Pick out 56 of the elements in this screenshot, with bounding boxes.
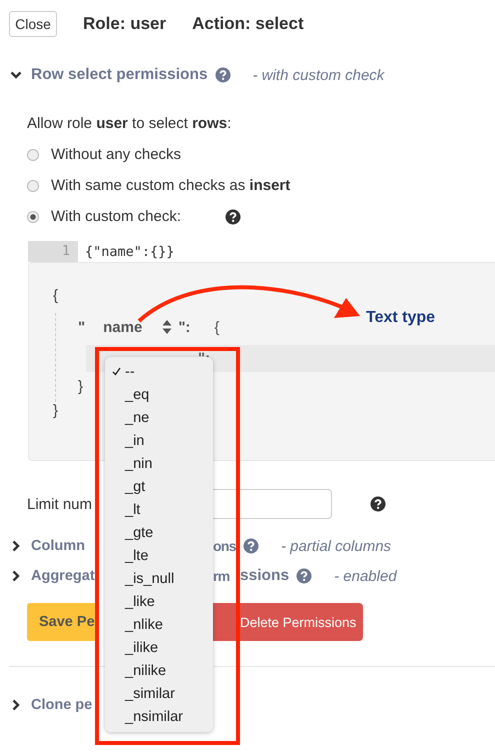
dropdown-option[interactable]: _nilike [105,659,213,682]
column-select[interactable]: name [103,318,142,336]
role-heading: Role: user [83,14,166,34]
save-button[interactable]: Save Pe [27,603,95,641]
brace: { [53,287,58,306]
section-title[interactable]: ons [213,538,236,554]
dropdown-option[interactable]: _similar [105,682,213,705]
dropdown-option[interactable]: _gte [105,521,213,544]
dropdown-option[interactable]: _ne [105,406,213,429]
dropdown-option[interactable]: _lte [105,544,213,567]
help-icon[interactable] [225,208,242,224]
dropdown-option[interactable]: _in [105,429,213,452]
dropdown-option[interactable]: _like [105,590,213,613]
limit-label: Limit num [27,496,92,512]
dropdown-option[interactable]: _is_null [105,567,213,590]
dropdown-option[interactable]: _lt [105,498,213,521]
brace: } [53,402,58,421]
line-number: 1 [28,241,78,262]
quote: " [78,318,86,336]
section-title[interactable]: Row select permissions [31,66,208,84]
section-title[interactable]: ssions [240,567,290,585]
annotation-label: Text type [366,309,436,327]
colon: ": [178,318,190,336]
radio-label[interactable]: With same custom checks as insert [51,177,290,194]
section-note: - enabled [334,568,397,584]
section-note: - with custom check [252,66,384,84]
dropdown-option[interactable]: _ilike [105,636,213,659]
dropdown-option[interactable]: _gt [105,475,213,498]
brace: } [78,377,84,397]
dropdown-option[interactable]: _eq [105,383,213,406]
radio-button[interactable] [27,180,39,192]
radio-label[interactable]: With custom check: [51,208,182,225]
dropdown-option[interactable]: -- [105,360,213,383]
allow-text: Allow role user to select rows: [27,114,232,134]
chevron-right-icon[interactable] [10,570,22,582]
section-title[interactable]: rm [213,568,236,584]
chevron-right-icon[interactable] [10,540,22,552]
section-title[interactable]: Column [31,538,85,554]
chevron-down-icon[interactable] [10,69,22,81]
section-title[interactable]: Aggregat [31,568,95,584]
radio-label[interactable]: Without any checks [51,146,182,163]
brace: { [214,318,220,336]
help-icon[interactable] [370,496,386,512]
radio-button[interactable] [27,210,39,222]
dropdown-option[interactable]: _nin [105,452,213,475]
code-line[interactable]: {"name":{}} [85,244,174,260]
delete-button[interactable]: Delete Permissions [213,603,363,641]
dropdown-option[interactable]: _nsimilar [105,705,213,728]
close-button[interactable]: Close [9,11,57,37]
radio-button[interactable] [27,148,39,160]
section-title[interactable]: Clone pe [31,697,92,713]
sort-icon[interactable] [162,319,172,335]
dropdown-option[interactable]: _nlike [105,613,213,636]
chevron-right-icon[interactable] [10,699,22,711]
action-heading: Action: select [192,14,304,34]
section-note: - partial columns [281,538,392,554]
